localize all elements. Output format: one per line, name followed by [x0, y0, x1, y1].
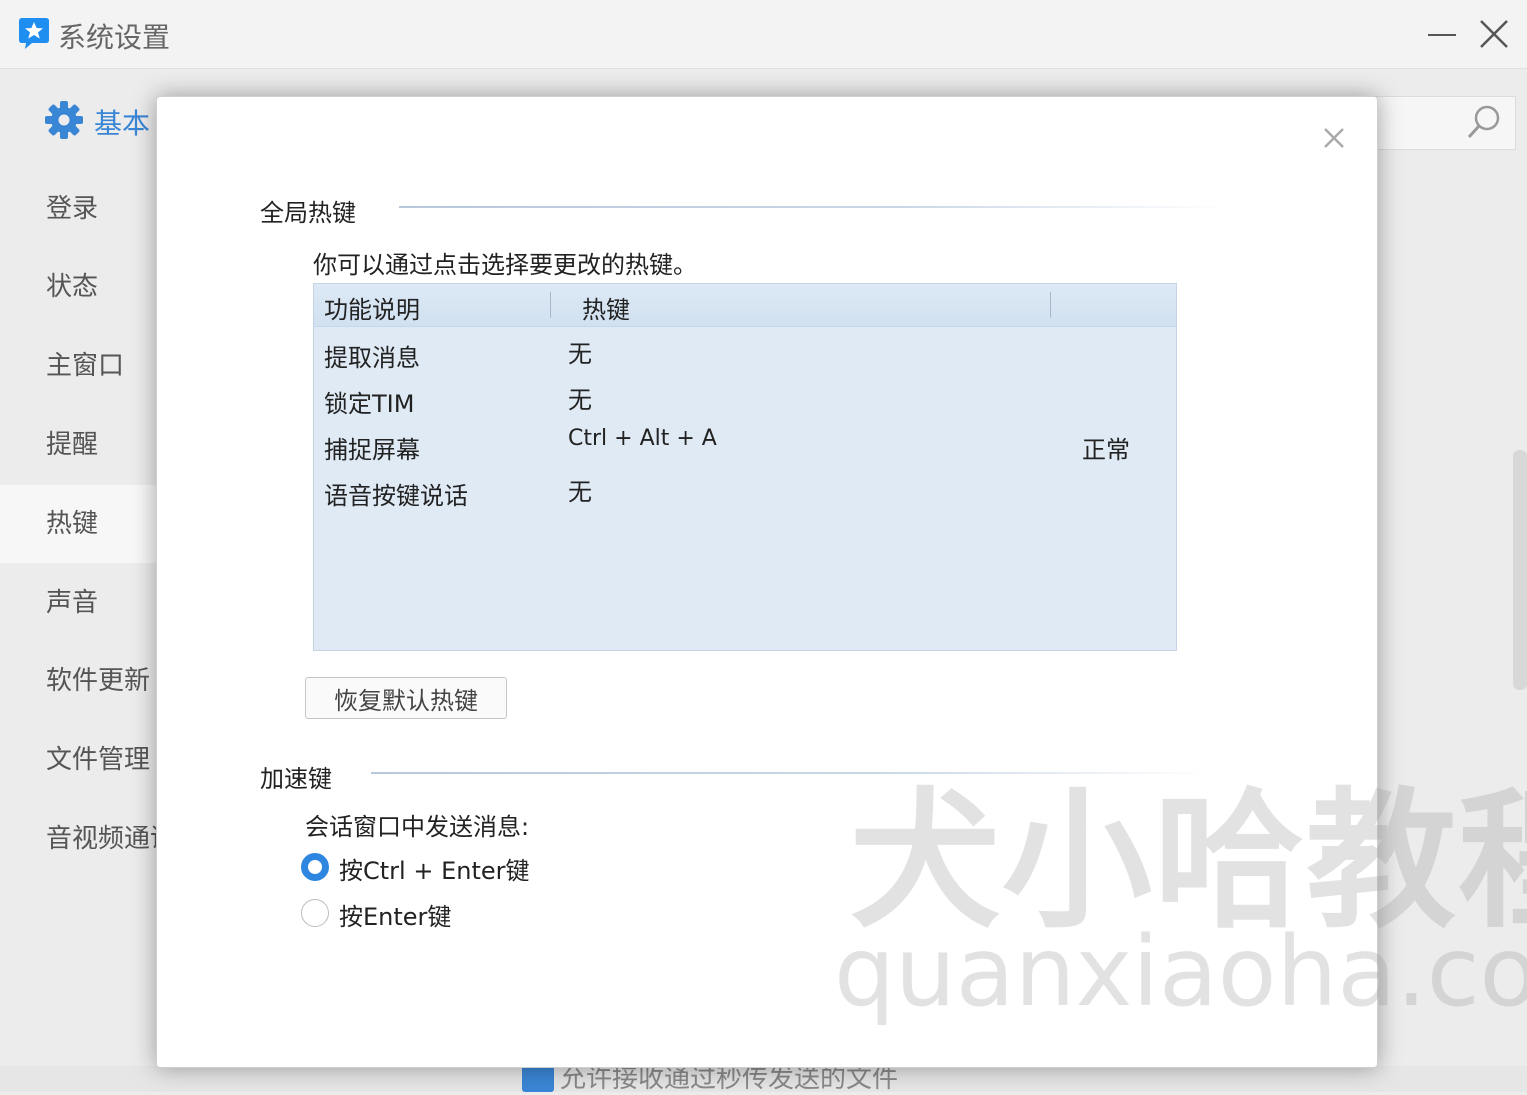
column-header-hotkey[interactable]: 热键 — [582, 290, 630, 325]
tab-basic[interactable]: 基本 — [94, 102, 150, 142]
function-cell: 捕捉屏幕 — [324, 436, 420, 464]
sidebar-item-hotkeys[interactable]: 热键 — [0, 485, 160, 563]
radio-button[interactable] — [301, 899, 329, 927]
sidebar-item-reminder[interactable]: 提醒 — [0, 406, 160, 484]
sidebar-item-status[interactable]: 状态 — [0, 248, 160, 326]
section-divider — [399, 206, 1229, 208]
radio-label[interactable]: 按Ctrl + Enter键 — [339, 851, 530, 886]
table-row[interactable]: 语音按键说话 无 — [314, 468, 1176, 514]
column-separator[interactable] — [1050, 292, 1051, 318]
reset-hotkeys-button[interactable]: 恢复默认热键 — [305, 677, 507, 719]
hotkey-cell[interactable]: 无 — [568, 380, 592, 415]
sidebar-item-sound[interactable]: 声音 — [0, 564, 160, 642]
column-separator[interactable] — [550, 292, 551, 318]
table-row[interactable]: 提取消息 无 — [314, 330, 1176, 376]
settings-sidebar: 登录 状态 主窗口 提醒 热键 声音 软件更新 文件管理 音视频通话 — [0, 170, 160, 1092]
sidebar-item-file-management[interactable]: 文件管理 — [0, 721, 160, 799]
sidebar-item-av-call[interactable]: 音视频通话 — [0, 800, 160, 878]
accelerator-title: 加速键 — [260, 765, 332, 793]
title-bar: 系统设置 — [0, 0, 1527, 69]
function-cell: 锁定TIM — [324, 390, 415, 418]
table-header: 功能说明 热键 — [314, 284, 1176, 327]
sidebar-item-login[interactable]: 登录 — [0, 170, 160, 248]
sidebar-item-main-window[interactable]: 主窗口 — [0, 327, 160, 405]
close-icon[interactable] — [1321, 125, 1347, 151]
scrollbar[interactable] — [1513, 450, 1527, 690]
table-row[interactable]: 锁定TIM 无 — [314, 376, 1176, 422]
hotkey-cell[interactable]: 无 — [568, 472, 592, 507]
window-close-icon[interactable] — [1474, 14, 1514, 54]
hotkey-table: 功能说明 热键 提取消息 无 锁定TIM 无 捕捉屏幕 Ctrl + Alt +… — [313, 283, 1177, 651]
status-cell: 正常 — [1082, 436, 1130, 464]
window-title: 系统设置 — [58, 21, 171, 54]
allow-transfer-checkbox[interactable] — [522, 1064, 554, 1092]
radio-label[interactable]: 按Enter键 — [339, 897, 451, 932]
tim-logo-icon — [19, 18, 49, 49]
send-message-label: 会话窗口中发送消息: — [305, 813, 530, 841]
gear-icon — [45, 101, 83, 139]
global-hotkeys-title: 全局热键 — [260, 199, 356, 227]
radio-button-selected[interactable] — [301, 853, 329, 881]
minimize-icon[interactable] — [1424, 16, 1460, 52]
hotkey-cell[interactable]: Ctrl + Alt + A — [568, 426, 717, 451]
hotkey-cell[interactable]: 无 — [568, 334, 592, 369]
column-header-function[interactable]: 功能说明 — [324, 290, 420, 325]
hotkey-hint: 你可以通过点击选择要更改的热键。 — [313, 251, 697, 279]
function-cell: 语音按键说话 — [324, 482, 468, 510]
function-cell: 提取消息 — [324, 344, 420, 372]
search-icon[interactable] — [1464, 102, 1504, 142]
watermark-domain: quanxiaoha.com — [834, 916, 1527, 1028]
table-row[interactable]: 捕捉屏幕 Ctrl + Alt + A 正常 — [314, 422, 1176, 468]
sidebar-item-software-update[interactable]: 软件更新 — [0, 642, 160, 720]
